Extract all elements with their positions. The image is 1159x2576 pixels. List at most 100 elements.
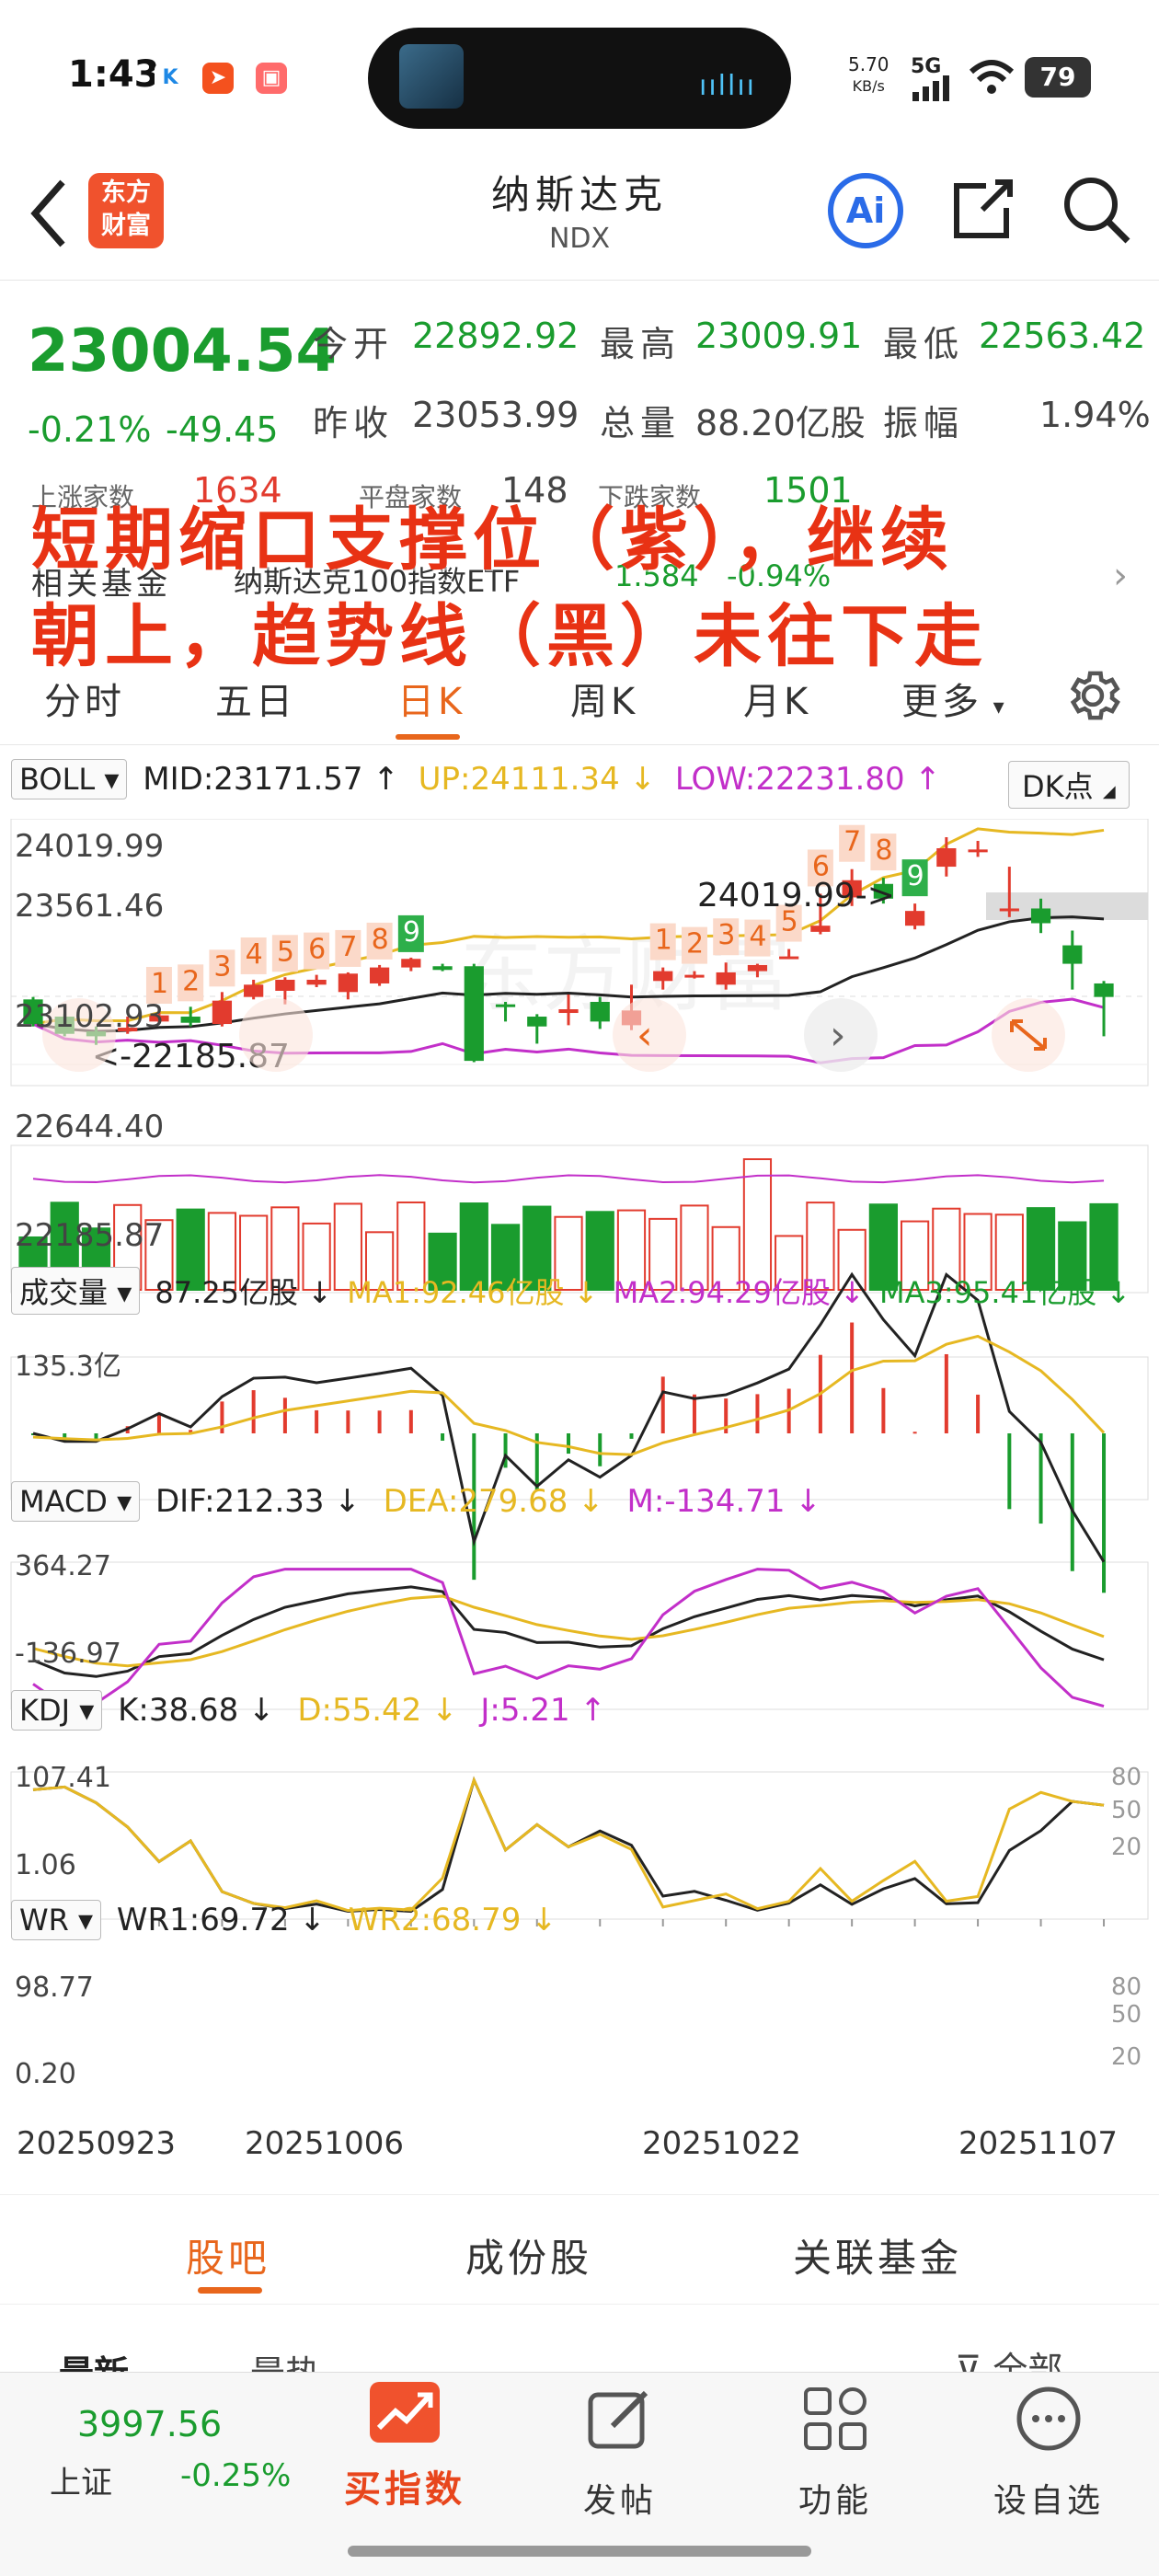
macd-m: M:-134.71 ↓ — [626, 1483, 821, 1520]
buy-index-button[interactable]: 买指数 — [304, 2373, 506, 2557]
macd-bar — [598, 1433, 602, 1466]
wr-selector[interactable]: WR ▾ — [11, 1900, 102, 1940]
x-date-label: 20251107 — [958, 2125, 1119, 2162]
macd-legend: MACD ▾ DIF:212.33 ↓ DEA:279.68 ↓ M:-134.… — [11, 1481, 821, 1533]
volume-ma3: MA3:95.41亿股 ↓ — [879, 1275, 1131, 1310]
kdj-level-label: 50 — [1111, 1797, 1142, 1824]
caret-down-icon: ▾ — [982, 694, 1008, 719]
candle-body — [1062, 945, 1083, 964]
ai-assistant-button[interactable]: Ai — [828, 173, 903, 248]
kdj-j-line — [32, 1568, 1105, 1708]
candle-body — [464, 966, 484, 1062]
net-speed: 5.70 KB/s — [848, 53, 889, 98]
macd-bar — [441, 1433, 445, 1441]
tab-related-funds[interactable]: 关联基金 — [793, 2227, 962, 2283]
boll-y-label: 24019.99 — [15, 828, 165, 865]
candle-body — [779, 956, 799, 960]
battery-icon: 79 — [1025, 57, 1091, 98]
tab-forum[interactable]: 股吧 — [186, 2227, 270, 2283]
macd-dea: DEA:279.68 ↓ — [383, 1483, 604, 1520]
td-label: 7 — [339, 931, 357, 963]
add-watchlist-button[interactable]: 设自选 — [947, 2373, 1150, 2557]
wr-level-label: 20 — [1111, 2043, 1142, 2071]
candle-body — [1030, 908, 1051, 924]
x-date-label: 20250923 — [17, 2125, 177, 2162]
app-header: 东方 财富 纳斯达克 NDX Ai — [0, 147, 1159, 281]
td-label: 8 — [372, 924, 389, 956]
current-price: 23004.54 — [28, 317, 338, 385]
open-label: 今开 — [313, 324, 395, 364]
kdj-y-label: 1.06 — [15, 1849, 76, 1881]
status-time: 1:43 — [68, 53, 160, 96]
index-value: 3997.56 — [77, 2404, 223, 2444]
td-label: 2 — [182, 965, 200, 997]
boll-up: UP:24111.34 ↓ — [418, 761, 656, 798]
sort-latest-button[interactable]: 最新 ∨ — [59, 2345, 155, 2374]
boll-selector[interactable]: BOLL ▾ — [11, 759, 128, 799]
volume-ma-line — [32, 1174, 1105, 1184]
edit-icon — [588, 2390, 648, 2449]
search-icon[interactable] — [1060, 173, 1133, 247]
candle-body — [590, 1001, 610, 1022]
kdj-level-label: 80 — [1111, 1764, 1142, 1791]
tab-more-label: 更多 — [901, 681, 982, 723]
add-watchlist-label: 设自选 — [993, 2482, 1104, 2520]
active-tab-indicator — [396, 734, 460, 740]
grid-apps-icon — [804, 2387, 866, 2450]
share-icon[interactable] — [949, 175, 1017, 243]
wr-level-label: 80 — [1111, 1973, 1142, 2001]
kline-chart-area[interactable]: BOLL ▾ MID:23171.57 ↑ UP:24111.34 ↓ LOW:… — [0, 750, 1159, 2194]
candle-body — [495, 1004, 516, 1007]
chevron-right-icon: › — [830, 1012, 846, 1059]
dk-point-button[interactable]: DK点 ◢ — [1008, 761, 1130, 809]
kdj-j: J:5.21 ↑ — [480, 1692, 606, 1729]
td-label: 8 — [875, 834, 892, 867]
td-label: 7 — [843, 826, 861, 858]
candle-body — [653, 971, 673, 982]
macd-bar — [156, 1412, 161, 1433]
volume-selector[interactable]: 成交量 ▾ — [11, 1267, 141, 1315]
macd-bar — [976, 1394, 981, 1433]
open-value: 22892.92 — [412, 316, 580, 356]
macd-bar — [408, 1409, 413, 1433]
macd-dif: DIF:212.33 ↓ — [155, 1483, 361, 1520]
audio-wave-icon: ııllıı — [699, 70, 757, 102]
annotation-overlay: 短期缩口支撑位（紫），继续 朝上，趋势线（黑）未往下走 — [31, 492, 1135, 685]
macd-y-label: -136.97 — [15, 1638, 121, 1670]
candle-body — [212, 1000, 233, 1025]
change-value: -49.45 — [166, 409, 279, 450]
kdj-selector[interactable]: KDJ ▾ — [11, 1690, 103, 1731]
sort-hot-button[interactable]: 最热 — [250, 2345, 320, 2374]
candle-body — [716, 972, 736, 985]
prev-close-value: 23053.99 — [412, 395, 580, 435]
candle-body — [275, 979, 295, 991]
post-button[interactable]: 发帖 — [519, 2373, 721, 2557]
filter-all-button[interactable]: ⊽ 全部 — [955, 2341, 1062, 2374]
buy-index-label: 买指数 — [344, 2468, 465, 2511]
kdj-d: D:55.42 ↓ — [297, 1692, 458, 1729]
sort-latest-label: 最新 — [59, 2353, 130, 2374]
corner-arrow-icon: ◢ — [1102, 782, 1116, 801]
kuaishou-icon: K — [155, 63, 186, 94]
wr-legend: WR ▾ WR1:69.72 ↓ WR2:68.79 ↓ — [11, 1900, 557, 1951]
functions-button[interactable]: 功能 — [734, 2373, 936, 2557]
macd-selector[interactable]: MACD ▾ — [11, 1481, 141, 1522]
kdj-selector-label: KDJ — [19, 1693, 71, 1728]
tab-constituents[interactable]: 成份股 — [465, 2227, 592, 2283]
candle-body — [936, 848, 957, 868]
content-tabs: 股吧 成份股 关联基金 — [0, 2194, 1159, 2305]
market-index-widget[interactable]: 3997.56 上证 -0.25% — [37, 2373, 291, 2557]
wr-wr2: WR2:68.79 ↓ — [348, 1902, 557, 1938]
max-price-marker: 24019.99-> — [697, 877, 895, 914]
change-percent: -0.21% — [28, 409, 152, 450]
dynamic-island[interactable]: ııllıı — [368, 28, 791, 129]
telegram-icon: ➤ — [202, 63, 234, 94]
macd-bar — [567, 1433, 571, 1455]
wr-wr1: WR1:69.72 ↓ — [116, 1902, 326, 1938]
macd-bar — [315, 1409, 319, 1433]
macd-selector-label: MACD — [19, 1484, 108, 1519]
media-thumbnail[interactable] — [399, 44, 464, 109]
boll-mid: MID:23171.57 ↑ — [143, 761, 399, 798]
kdj-level-label: 20 — [1111, 1834, 1142, 1861]
td-label: 4 — [246, 938, 263, 971]
